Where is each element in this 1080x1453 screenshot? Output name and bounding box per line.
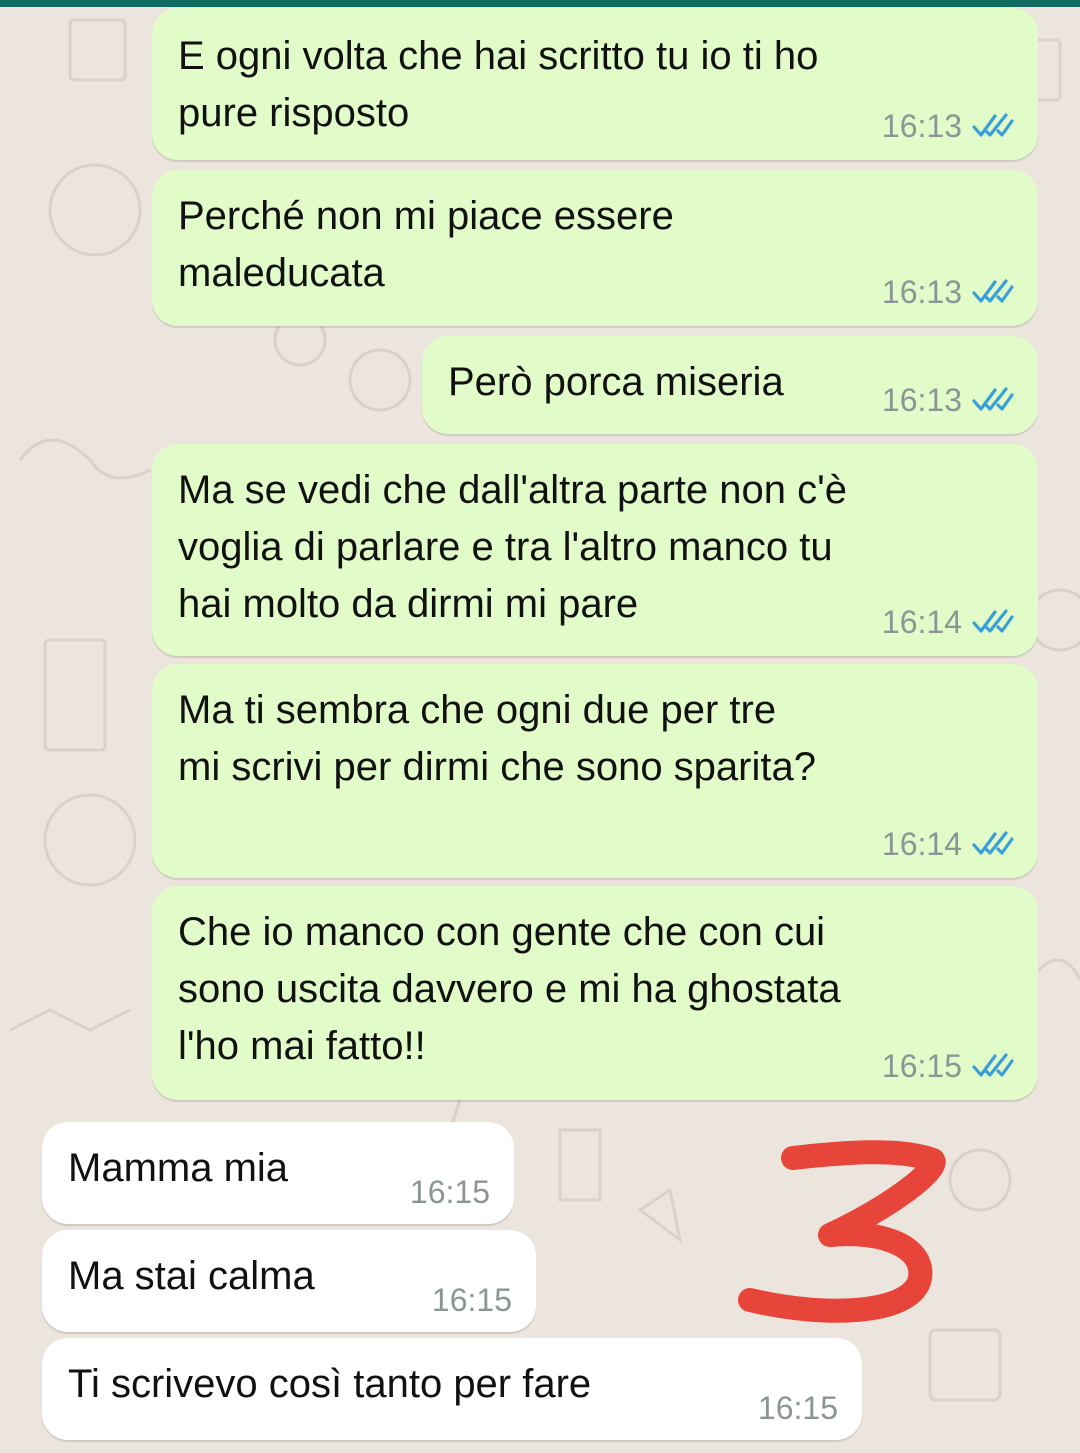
message-text: Mamma mia bbox=[68, 1146, 289, 1190]
message-time: 16:13 bbox=[881, 382, 962, 418]
outgoing-message[interactable]: Ma ti sembra che ogni due per tre mi scr… bbox=[152, 664, 1038, 878]
double-check-read-icon bbox=[972, 1053, 1014, 1077]
double-check-read-icon bbox=[972, 831, 1014, 855]
message-time: 16:15 bbox=[409, 1174, 490, 1210]
message-meta: 16:15 bbox=[432, 1282, 512, 1318]
message-text: Ti scrivevo così tanto per fare bbox=[68, 1362, 592, 1406]
message-time: 16:13 bbox=[881, 274, 962, 310]
message-text: Ma se vedi che dall'altra parte non c'è … bbox=[178, 468, 847, 626]
message-meta: 16:13 bbox=[882, 382, 1014, 418]
message-text: Perché non mi piace essere maleducata bbox=[178, 194, 674, 295]
message-text: Che io manco con gente che con cui sono … bbox=[178, 910, 841, 1068]
message-text: Però porca miseria bbox=[448, 360, 784, 404]
double-check-read-icon bbox=[972, 279, 1014, 303]
message-meta: 16:14 bbox=[882, 826, 1014, 862]
message-meta: 16:15 bbox=[882, 1048, 1014, 1084]
outgoing-message[interactable]: Che io manco con gente che con cui sono … bbox=[152, 886, 1038, 1100]
message-text: E ogni volta che hai scritto tu io ti ho… bbox=[178, 34, 819, 135]
message-time: 16:15 bbox=[757, 1390, 838, 1426]
outgoing-message[interactable]: Ma se vedi che dall'altra parte non c'è … bbox=[152, 444, 1038, 656]
message-meta: 16:15 bbox=[758, 1390, 838, 1426]
incoming-message[interactable]: Ma stai calma 16:15 bbox=[42, 1230, 536, 1332]
incoming-message[interactable]: Mamma mia 16:15 bbox=[42, 1122, 514, 1224]
message-time: 16:14 bbox=[881, 604, 962, 640]
incoming-message[interactable]: Ti scrivevo così tanto per fare 16:15 bbox=[42, 1338, 862, 1440]
message-meta: 16:13 bbox=[882, 108, 1014, 144]
double-check-read-icon bbox=[972, 387, 1014, 411]
message-meta: 16:14 bbox=[882, 604, 1014, 640]
message-text: Ma ti sembra che ogni due per tre mi scr… bbox=[178, 688, 816, 789]
handwritten-number-annotation bbox=[738, 1140, 946, 1323]
message-time: 16:13 bbox=[881, 108, 962, 144]
double-check-read-icon bbox=[972, 609, 1014, 633]
double-check-read-icon bbox=[972, 113, 1014, 137]
message-text: Ma stai calma bbox=[68, 1254, 315, 1298]
message-time: 16:14 bbox=[881, 826, 962, 862]
message-time: 16:15 bbox=[881, 1048, 962, 1084]
message-meta: 16:15 bbox=[410, 1174, 490, 1210]
message-time: 16:15 bbox=[431, 1282, 512, 1318]
outgoing-message[interactable]: Però porca miseria 16:13 bbox=[422, 336, 1038, 434]
message-meta: 16:13 bbox=[882, 274, 1014, 310]
outgoing-message[interactable]: E ogni volta che hai scritto tu io ti ho… bbox=[152, 8, 1038, 160]
outgoing-message[interactable]: Perché non mi piace essere maleducata 16… bbox=[152, 170, 1038, 326]
